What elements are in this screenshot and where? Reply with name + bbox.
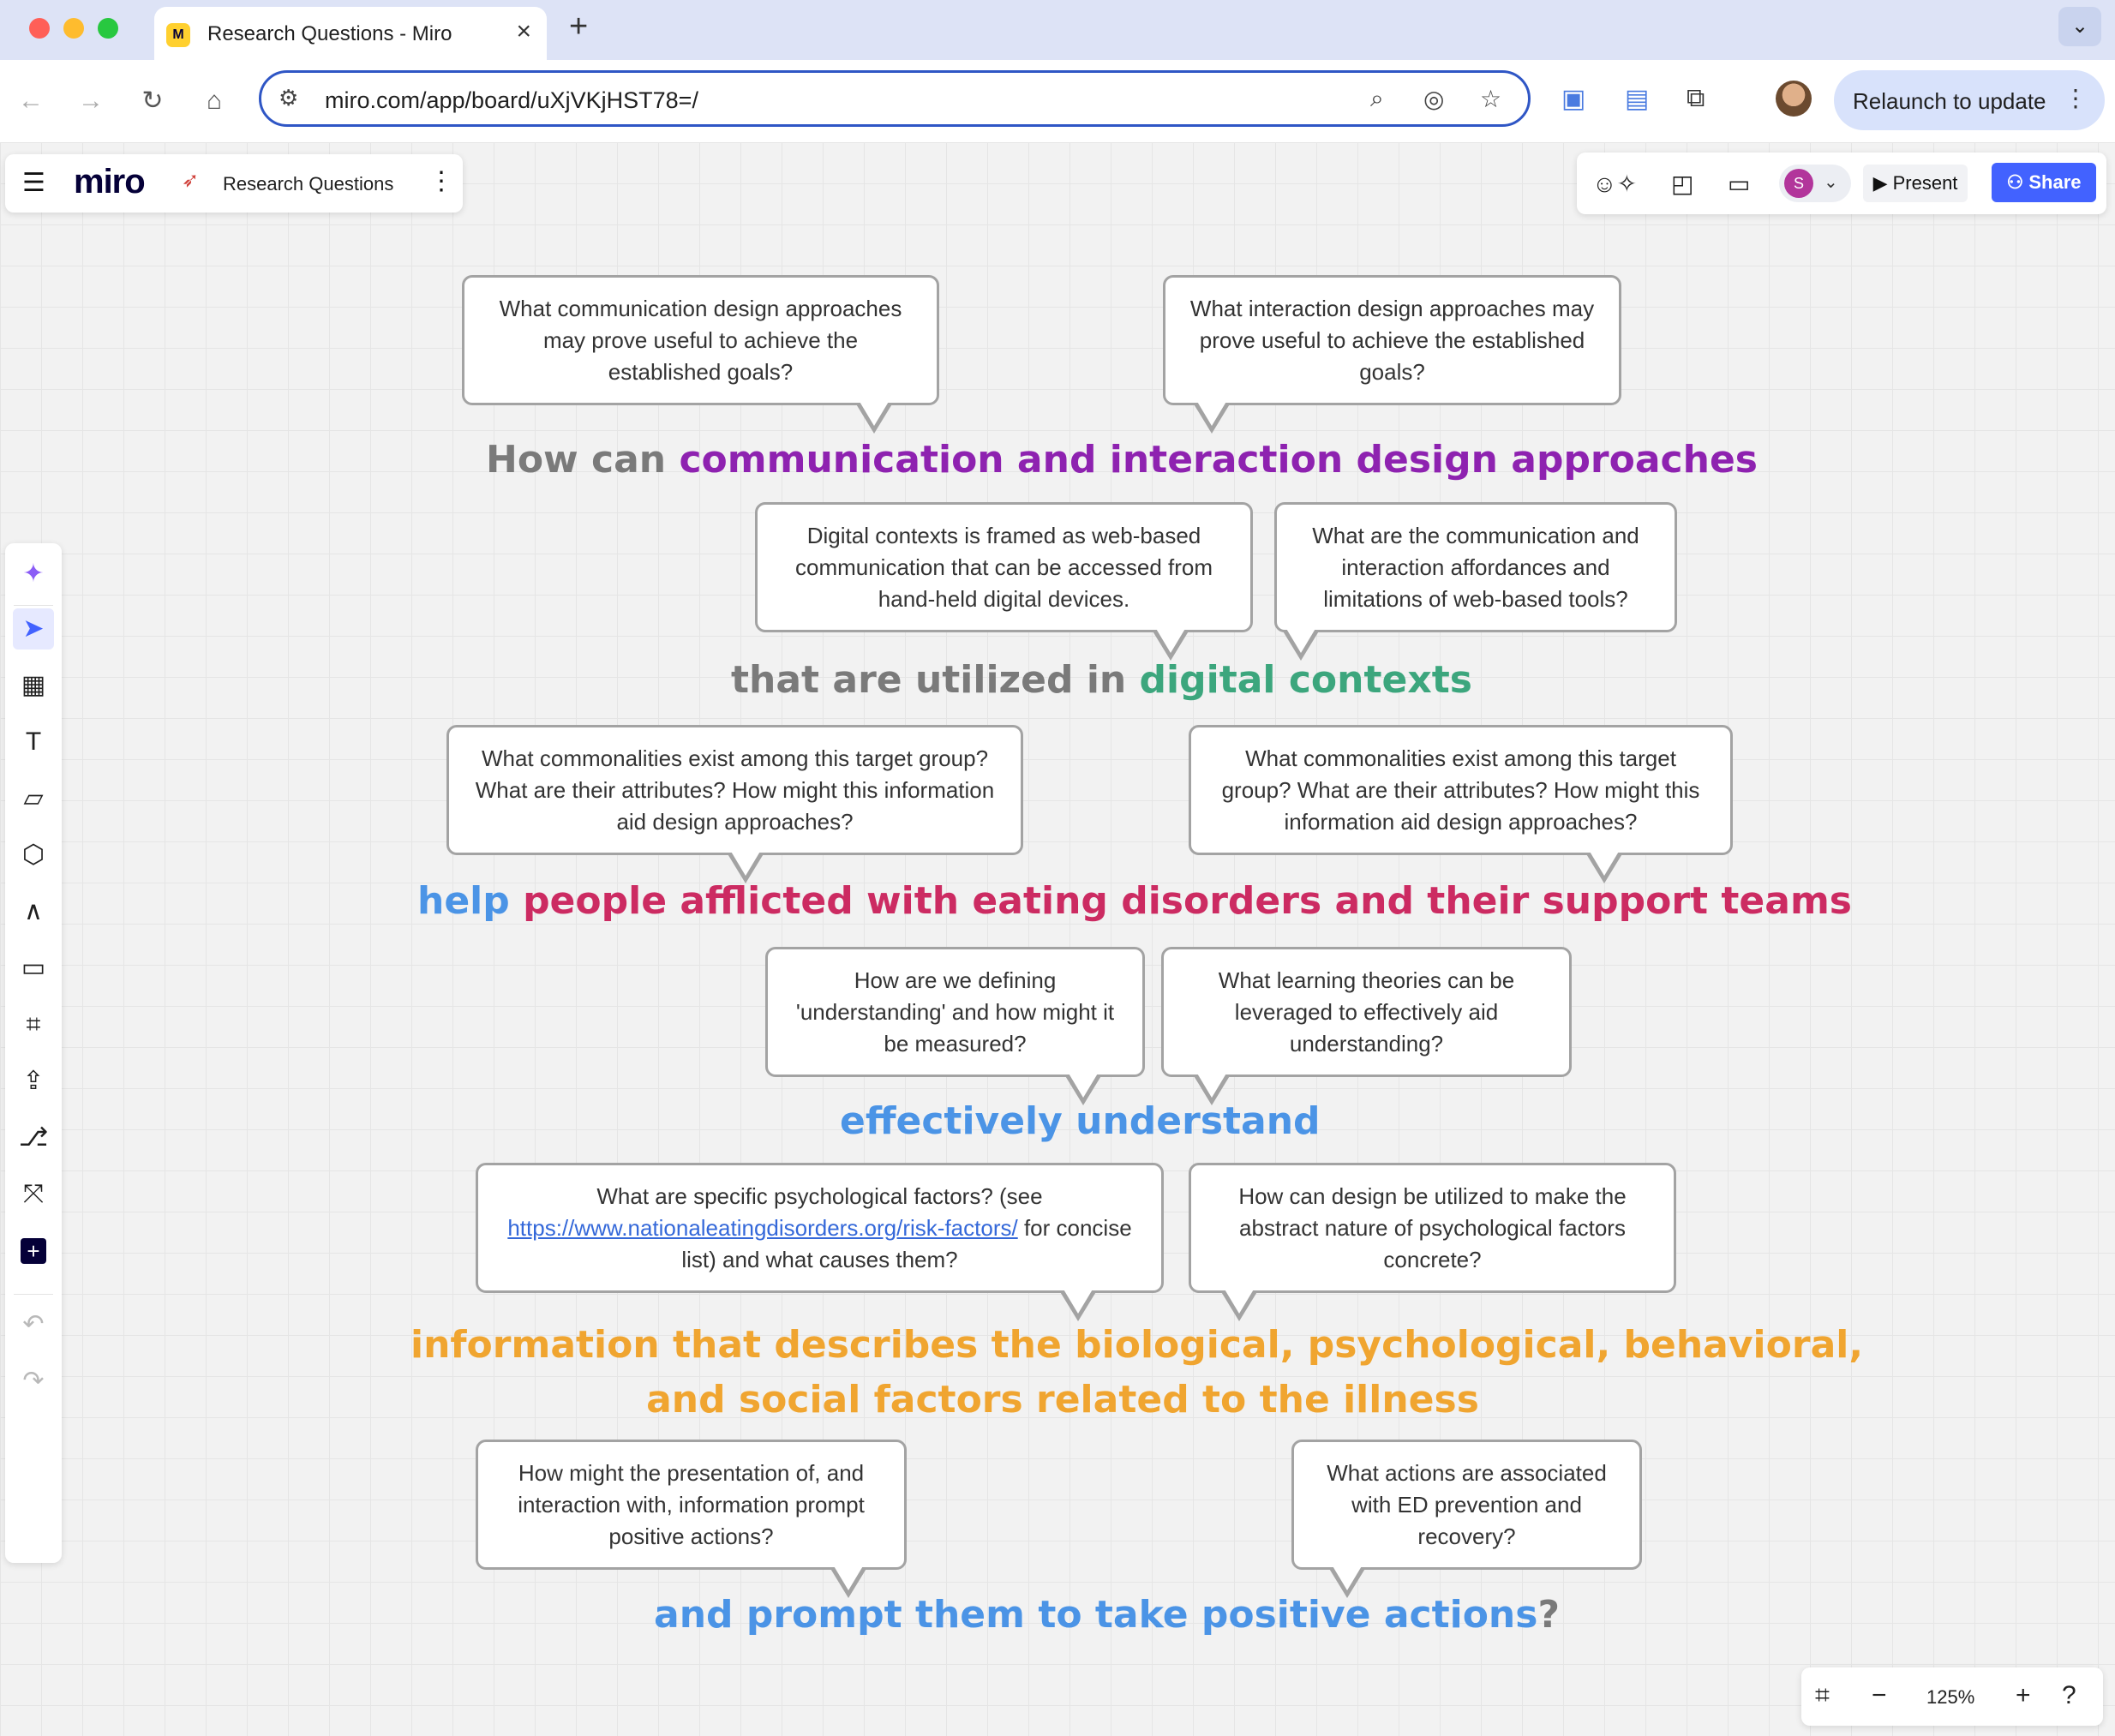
help-icon[interactable]: ? <box>2062 1681 2076 1710</box>
window-close-dot[interactable] <box>29 18 50 39</box>
eye-slash-icon[interactable]: ◎ <box>1423 85 1444 113</box>
comment-icon[interactable]: ▭ <box>13 948 54 989</box>
board-canvas[interactable]: ☰ miro ➶ Research Questions ⋮ ☺✧ ◰ ▭ S ⌄… <box>0 142 2115 1736</box>
bubble-interaction-design[interactable]: What interaction design approaches may p… <box>1163 275 1621 434</box>
translate-extension-icon[interactable]: ▣ <box>1561 84 1585 114</box>
pen-icon[interactable]: ∧ <box>13 891 54 932</box>
bubble-affordances[interactable]: What are the communication and interacti… <box>1274 502 1677 661</box>
bubble-commonalities-left[interactable]: What commonalities exist among this targ… <box>446 725 1023 883</box>
upload-icon[interactable]: ⇪ <box>13 1061 54 1102</box>
risk-factors-link[interactable]: https://www.nationaleatingdisorders.org/… <box>507 1215 1017 1241</box>
board-more-icon[interactable]: ⋮ <box>428 166 454 196</box>
question-phrase-4[interactable]: effectively understand <box>840 1099 1321 1143</box>
bubble-communication-design[interactable]: What communication design approaches may… <box>462 275 939 434</box>
more-apps-plus-icon[interactable]: + <box>21 1238 46 1264</box>
zoom-in-icon[interactable]: + <box>2016 1681 2031 1710</box>
back-arrow-icon[interactable]: ← <box>12 82 50 120</box>
sticky-note-icon[interactable]: ▱ <box>13 778 54 819</box>
board-icon: ➶ <box>182 169 200 192</box>
question-phrase-3[interactable]: help people afflicted with eating disord… <box>417 879 1852 923</box>
shapes-icon[interactable]: ⬡ <box>13 835 54 876</box>
tab-close-icon[interactable]: × <box>516 17 531 46</box>
browser-toolbar: ← → ↻ ⌂ ⚙ miro.com/app/board/uXjVKjHST78… <box>0 60 2115 143</box>
question-phrase-5[interactable]: information that describes the biologica… <box>410 1318 1863 1428</box>
mindmap-icon[interactable]: ⤧ <box>13 1174 54 1215</box>
extensions-puzzle-icon[interactable]: ⧉ <box>1687 84 1705 113</box>
url-text[interactable]: miro.com/app/board/uXjVKjHST78=/ <box>325 87 698 114</box>
video-call-icon[interactable]: ▭ <box>1728 170 1750 198</box>
window-minimize-dot[interactable] <box>63 18 84 39</box>
miro-favicon-icon: M <box>166 23 190 47</box>
bubble-digital-contexts[interactable]: Digital contexts is framed as web-based … <box>755 502 1253 661</box>
relaunch-label: Relaunch to update <box>1853 88 2046 114</box>
creation-toolbar: ✦ ➤ ▦ T ▱ ⬡ ∧ ▭ ⌗ ⇪ ⎇ ⤧ + ↶ ↷ <box>5 543 62 1563</box>
bubble-psychological-factors[interactable]: What are specific psychological factors?… <box>476 1163 1164 1321</box>
main-menu-icon[interactable]: ☰ <box>22 168 45 198</box>
zoom-out-icon[interactable]: − <box>1872 1681 1887 1710</box>
activity-icon[interactable]: ◰ <box>1671 170 1693 198</box>
question-phrase-1[interactable]: How can communication and interaction de… <box>486 438 1758 482</box>
tab-title: Research Questions - Miro <box>207 22 452 45</box>
tab-search-chevron-icon[interactable]: ⌄ <box>2058 7 2101 46</box>
reload-icon[interactable]: ↻ <box>134 82 171 120</box>
board-header: ☰ miro ➶ Research Questions ⋮ <box>5 154 463 213</box>
undo-icon[interactable]: ↶ <box>13 1304 54 1345</box>
new-tab-button[interactable]: + <box>569 9 588 45</box>
miro-logo[interactable]: miro <box>74 163 146 201</box>
select-cursor-icon[interactable]: ➤ <box>13 608 54 650</box>
home-icon[interactable]: ⌂ <box>195 82 233 120</box>
board-name[interactable]: Research Questions <box>223 173 393 195</box>
bookmark-star-icon[interactable]: ☆ <box>1480 85 1501 113</box>
bubble-ed-actions[interactable]: What actions are associated with ED prev… <box>1291 1440 1642 1598</box>
bubble-learning-theories[interactable]: What learning theories can be leveraged … <box>1161 947 1572 1105</box>
text-tool-icon[interactable]: T <box>13 721 54 763</box>
zoom-controls: ⌗ − 125% + ? <box>1801 1667 2103 1726</box>
fit-to-screen-icon[interactable]: ⌗ <box>1815 1681 1830 1710</box>
ai-sparkle-icon[interactable]: ✦ <box>13 554 54 595</box>
forward-arrow-icon[interactable]: → <box>72 82 110 120</box>
user-menu[interactable]: S ⌄ <box>1779 165 1851 202</box>
bubble-commonalities-right[interactable]: What commonalities exist among this targ… <box>1189 725 1733 883</box>
chevron-down-icon: ⌄ <box>1824 173 1838 192</box>
bubble-abstract-concrete[interactable]: How can design be utilized to make the a… <box>1189 1163 1676 1321</box>
collaboration-toolbar: ☺✧ ◰ ▭ S ⌄ ▶ Present ⚇ Share <box>1577 153 2106 214</box>
site-settings-icon[interactable]: ⚙ <box>279 85 298 111</box>
kebab-menu-icon[interactable]: ⋮ <box>2064 84 2088 112</box>
question-phrase-2[interactable]: that are utilized in digital contexts <box>731 658 1472 702</box>
frame-icon[interactable]: ⌗ <box>13 1004 54 1045</box>
diagram-icon[interactable]: ⎇ <box>13 1117 54 1158</box>
profile-avatar[interactable] <box>1776 81 1812 117</box>
zoom-level[interactable]: 125% <box>1926 1686 1974 1709</box>
window-zoom-dot[interactable] <box>98 18 118 39</box>
reactions-icon[interactable]: ☺✧ <box>1592 170 1637 198</box>
question-phrase-6[interactable]: and prompt them to take positive actions… <box>654 1593 1560 1637</box>
browser-tab-active[interactable]: M Research Questions - Miro × <box>154 7 547 60</box>
share-button[interactable]: ⚇ Share <box>1992 163 2096 202</box>
bubble-defining-understanding[interactable]: How are we defining 'understanding' and … <box>765 947 1145 1105</box>
zoom-magnifier-icon[interactable]: ⌕ <box>1370 85 1384 113</box>
bubble-presentation-actions[interactable]: How might the presentation of, and inter… <box>476 1440 907 1598</box>
user-avatar: S <box>1784 169 1813 198</box>
present-button[interactable]: ▶ Present <box>1863 165 1968 202</box>
docs-extension-icon[interactable]: ▤ <box>1625 84 1649 114</box>
redo-icon[interactable]: ↷ <box>13 1361 54 1402</box>
relaunch-button[interactable]: Relaunch to update ⋮ <box>1834 70 2105 130</box>
templates-icon[interactable]: ▦ <box>13 665 54 706</box>
browser-tab-strip: M Research Questions - Miro × + ⌄ <box>0 0 2115 60</box>
address-bar[interactable]: ⚙ miro.com/app/board/uXjVKjHST78=/ ⌕ ◎ ☆ <box>259 70 1531 127</box>
